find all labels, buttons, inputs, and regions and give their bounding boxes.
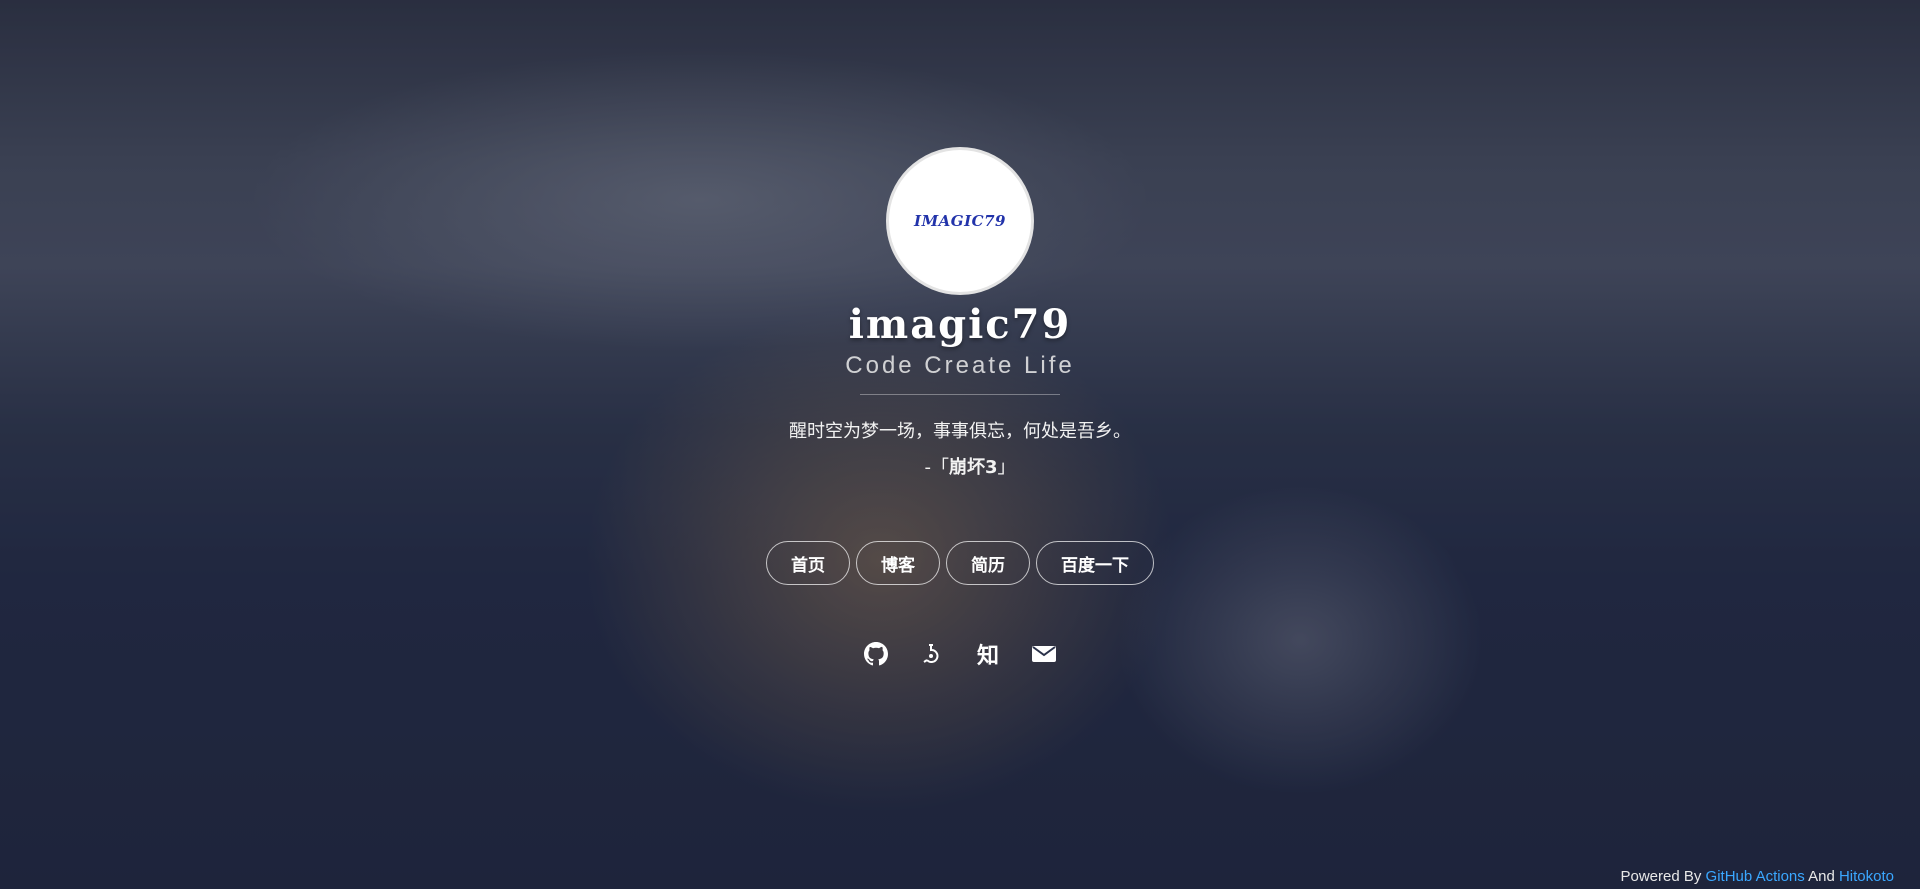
nav-baidu-button[interactable]: 百度一下 — [1036, 541, 1154, 585]
site-title: imagic79 — [848, 301, 1072, 348]
quote-source: 崩坏3 — [948, 457, 998, 478]
hitokoto-quote: 醒时空为梦一场，事事俱忘，何处是吾乡。 — [789, 421, 1131, 442]
main-panel: IMAGIC79 imagic79 Code Create Life 醒时空为梦… — [0, 147, 1920, 669]
avatar-logo-text: IMAGIC79 — [914, 212, 1006, 230]
divider — [860, 394, 1060, 395]
quote-suffix: 」 — [997, 457, 1016, 478]
quote-prefix: -「 — [924, 457, 949, 478]
footer-middle: And — [1804, 868, 1839, 885]
site-tagline: Code Create Life — [845, 352, 1075, 379]
github-actions-link[interactable]: GitHub Actions — [1706, 868, 1805, 885]
nav-home-button[interactable]: 首页 — [766, 541, 850, 585]
github-icon[interactable] — [863, 641, 889, 667]
nav-resume-button[interactable]: 简历 — [946, 541, 1030, 585]
footer-credits: Powered By GitHub Actions And Hitokoto — [1621, 868, 1895, 885]
avatar[interactable]: IMAGIC79 — [886, 147, 1034, 295]
hitokoto-source: -「崩坏3」 — [924, 453, 1015, 479]
hitokoto-link[interactable]: Hitokoto — [1839, 868, 1894, 885]
footer-prefix: Powered By — [1620, 868, 1706, 885]
mail-icon[interactable] — [1031, 641, 1057, 667]
nav-buttons: 首页 博客 简历 百度一下 — [766, 541, 1154, 585]
zhihu-icon[interactable]: 知 — [975, 641, 1001, 669]
lab-icon[interactable] — [919, 641, 945, 667]
nav-blog-button[interactable]: 博客 — [856, 541, 940, 585]
social-links: 知 — [863, 641, 1057, 669]
